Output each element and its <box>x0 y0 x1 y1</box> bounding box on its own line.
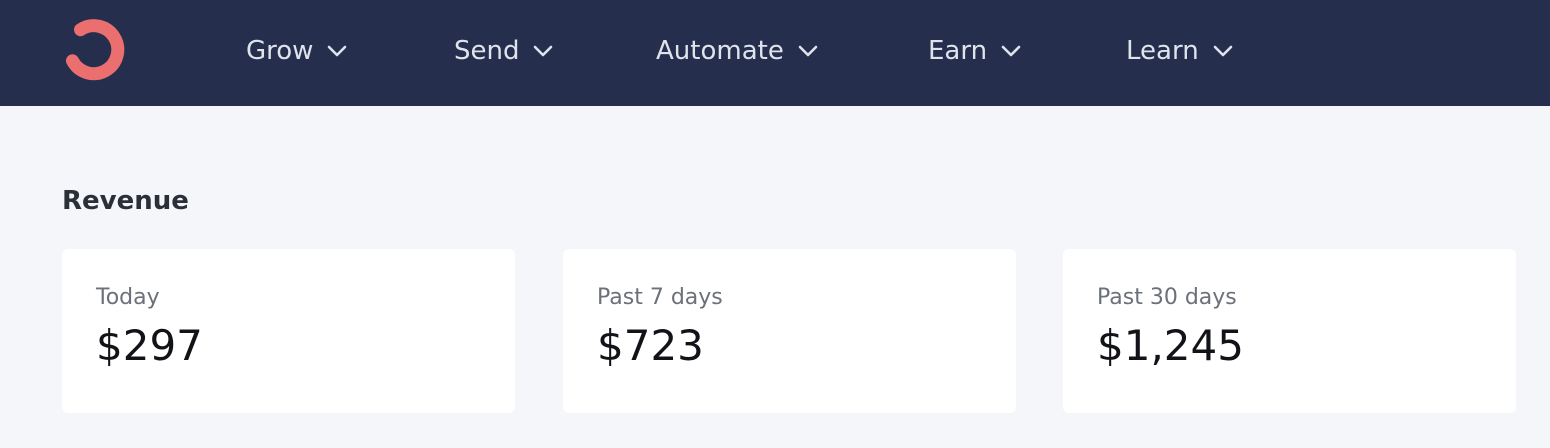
nav-item-grow[interactable]: Grow <box>246 34 347 68</box>
nav-item-automate[interactable]: Automate <box>656 34 818 68</box>
card-label: Past 7 days <box>597 285 723 310</box>
nav-item-label: Grow <box>246 36 314 66</box>
top-navigation-bar: Grow Send Automate Earn Learn <box>0 0 1550 106</box>
nav-item-label: Learn <box>1126 36 1199 66</box>
chevron-down-icon <box>798 45 818 57</box>
card-value: $297 <box>96 321 203 370</box>
card-label: Today <box>96 285 160 310</box>
nav-item-label: Send <box>454 36 520 66</box>
revenue-card-past-7-days: Past 7 days $723 <box>563 249 1016 413</box>
chevron-down-icon <box>1213 45 1233 57</box>
main-content: Revenue Today $297 Past 7 days $723 Past… <box>0 106 1550 448</box>
brand-logo-icon[interactable] <box>60 18 128 82</box>
nav-item-learn[interactable]: Learn <box>1126 34 1233 68</box>
nav-item-label: Earn <box>928 36 988 66</box>
card-value: $723 <box>597 321 704 370</box>
nav-item-earn[interactable]: Earn <box>928 34 1021 68</box>
revenue-card-today: Today $297 <box>62 249 515 413</box>
card-label: Past 30 days <box>1097 285 1237 310</box>
chevron-down-icon <box>1001 45 1021 57</box>
revenue-section-title: Revenue <box>62 186 189 216</box>
chevron-down-icon <box>533 45 553 57</box>
chevron-down-icon <box>327 45 347 57</box>
revenue-card-past-30-days: Past 30 days $1,245 <box>1063 249 1516 413</box>
card-value: $1,245 <box>1097 321 1244 370</box>
nav-item-send[interactable]: Send <box>454 34 553 68</box>
nav-item-label: Automate <box>656 36 784 66</box>
brand-ring-icon <box>66 19 125 81</box>
